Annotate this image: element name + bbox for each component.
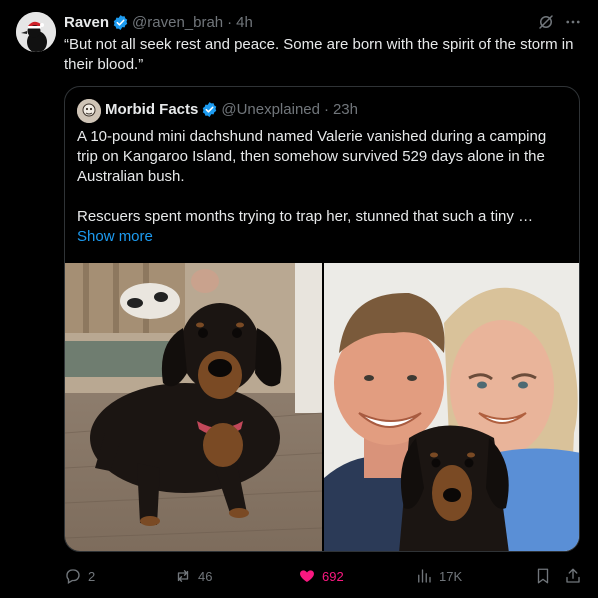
grok-icon[interactable] (537, 13, 555, 31)
quote-text: A 10-pound mini dachshund named Valerie … (77, 127, 571, 247)
reply-button[interactable]: 2 (64, 566, 95, 586)
verified-badge-icon (113, 14, 128, 30)
show-more-link[interactable]: Show more (77, 227, 571, 247)
quote-paragraph-2: Rescuers spent months trying to trap her… (77, 208, 534, 225)
quote-author-handle[interactable]: @Unexplained (221, 101, 320, 118)
tweet-header: Raven @raven_brah · 4h (64, 12, 253, 32)
views-count: 17K (439, 568, 463, 584)
separator-dot: · (227, 13, 233, 31)
tweet-text: “But not all seek rest and peace. Some a… (64, 36, 574, 73)
media-grid (65, 263, 579, 551)
repost-count: 46 (198, 568, 213, 584)
repost-icon (177, 570, 189, 582)
more-icon[interactable] (564, 13, 582, 31)
separator-dot: · (323, 101, 329, 118)
author-handle[interactable]: @raven_brah (132, 14, 223, 31)
repost-button[interactable]: 46 (174, 566, 212, 586)
quote-author-avatar[interactable] (77, 99, 101, 123)
photo-dog[interactable] (65, 263, 322, 551)
quoted-tweet[interactable]: Morbid Facts @Unexplained · 23h A 10-pou… (64, 86, 580, 552)
heart-icon (300, 570, 314, 582)
bookmark-button[interactable] (534, 566, 552, 586)
photo-couple-with-dog[interactable] (324, 263, 579, 551)
views-icon (418, 569, 431, 583)
author-avatar[interactable] (16, 12, 56, 52)
share-button[interactable] (564, 566, 582, 586)
quote-paragraph-1: A 10-pound mini dachshund named Valerie … (77, 128, 547, 185)
bookmark-icon (537, 568, 549, 584)
quote-post-time[interactable]: 23h (333, 101, 358, 118)
quote-author-name[interactable]: Morbid Facts (105, 101, 198, 118)
verified-badge-icon (203, 102, 217, 117)
author-name[interactable]: Raven (64, 14, 109, 31)
share-icon (566, 568, 580, 583)
post-time[interactable]: 4h (236, 14, 253, 31)
reply-icon (66, 569, 80, 584)
like-count: 692 (322, 568, 344, 584)
tweet[interactable]: Raven @raven_brah · 4h “But not all seek… (0, 0, 598, 598)
action-bar: 2 46 692 17K (64, 566, 584, 586)
reply-count: 2 (88, 568, 96, 584)
views-button[interactable]: 17K (415, 566, 462, 586)
quote-header: Morbid Facts @Unexplained · 23h (105, 101, 358, 118)
like-button[interactable]: 692 (298, 566, 344, 586)
